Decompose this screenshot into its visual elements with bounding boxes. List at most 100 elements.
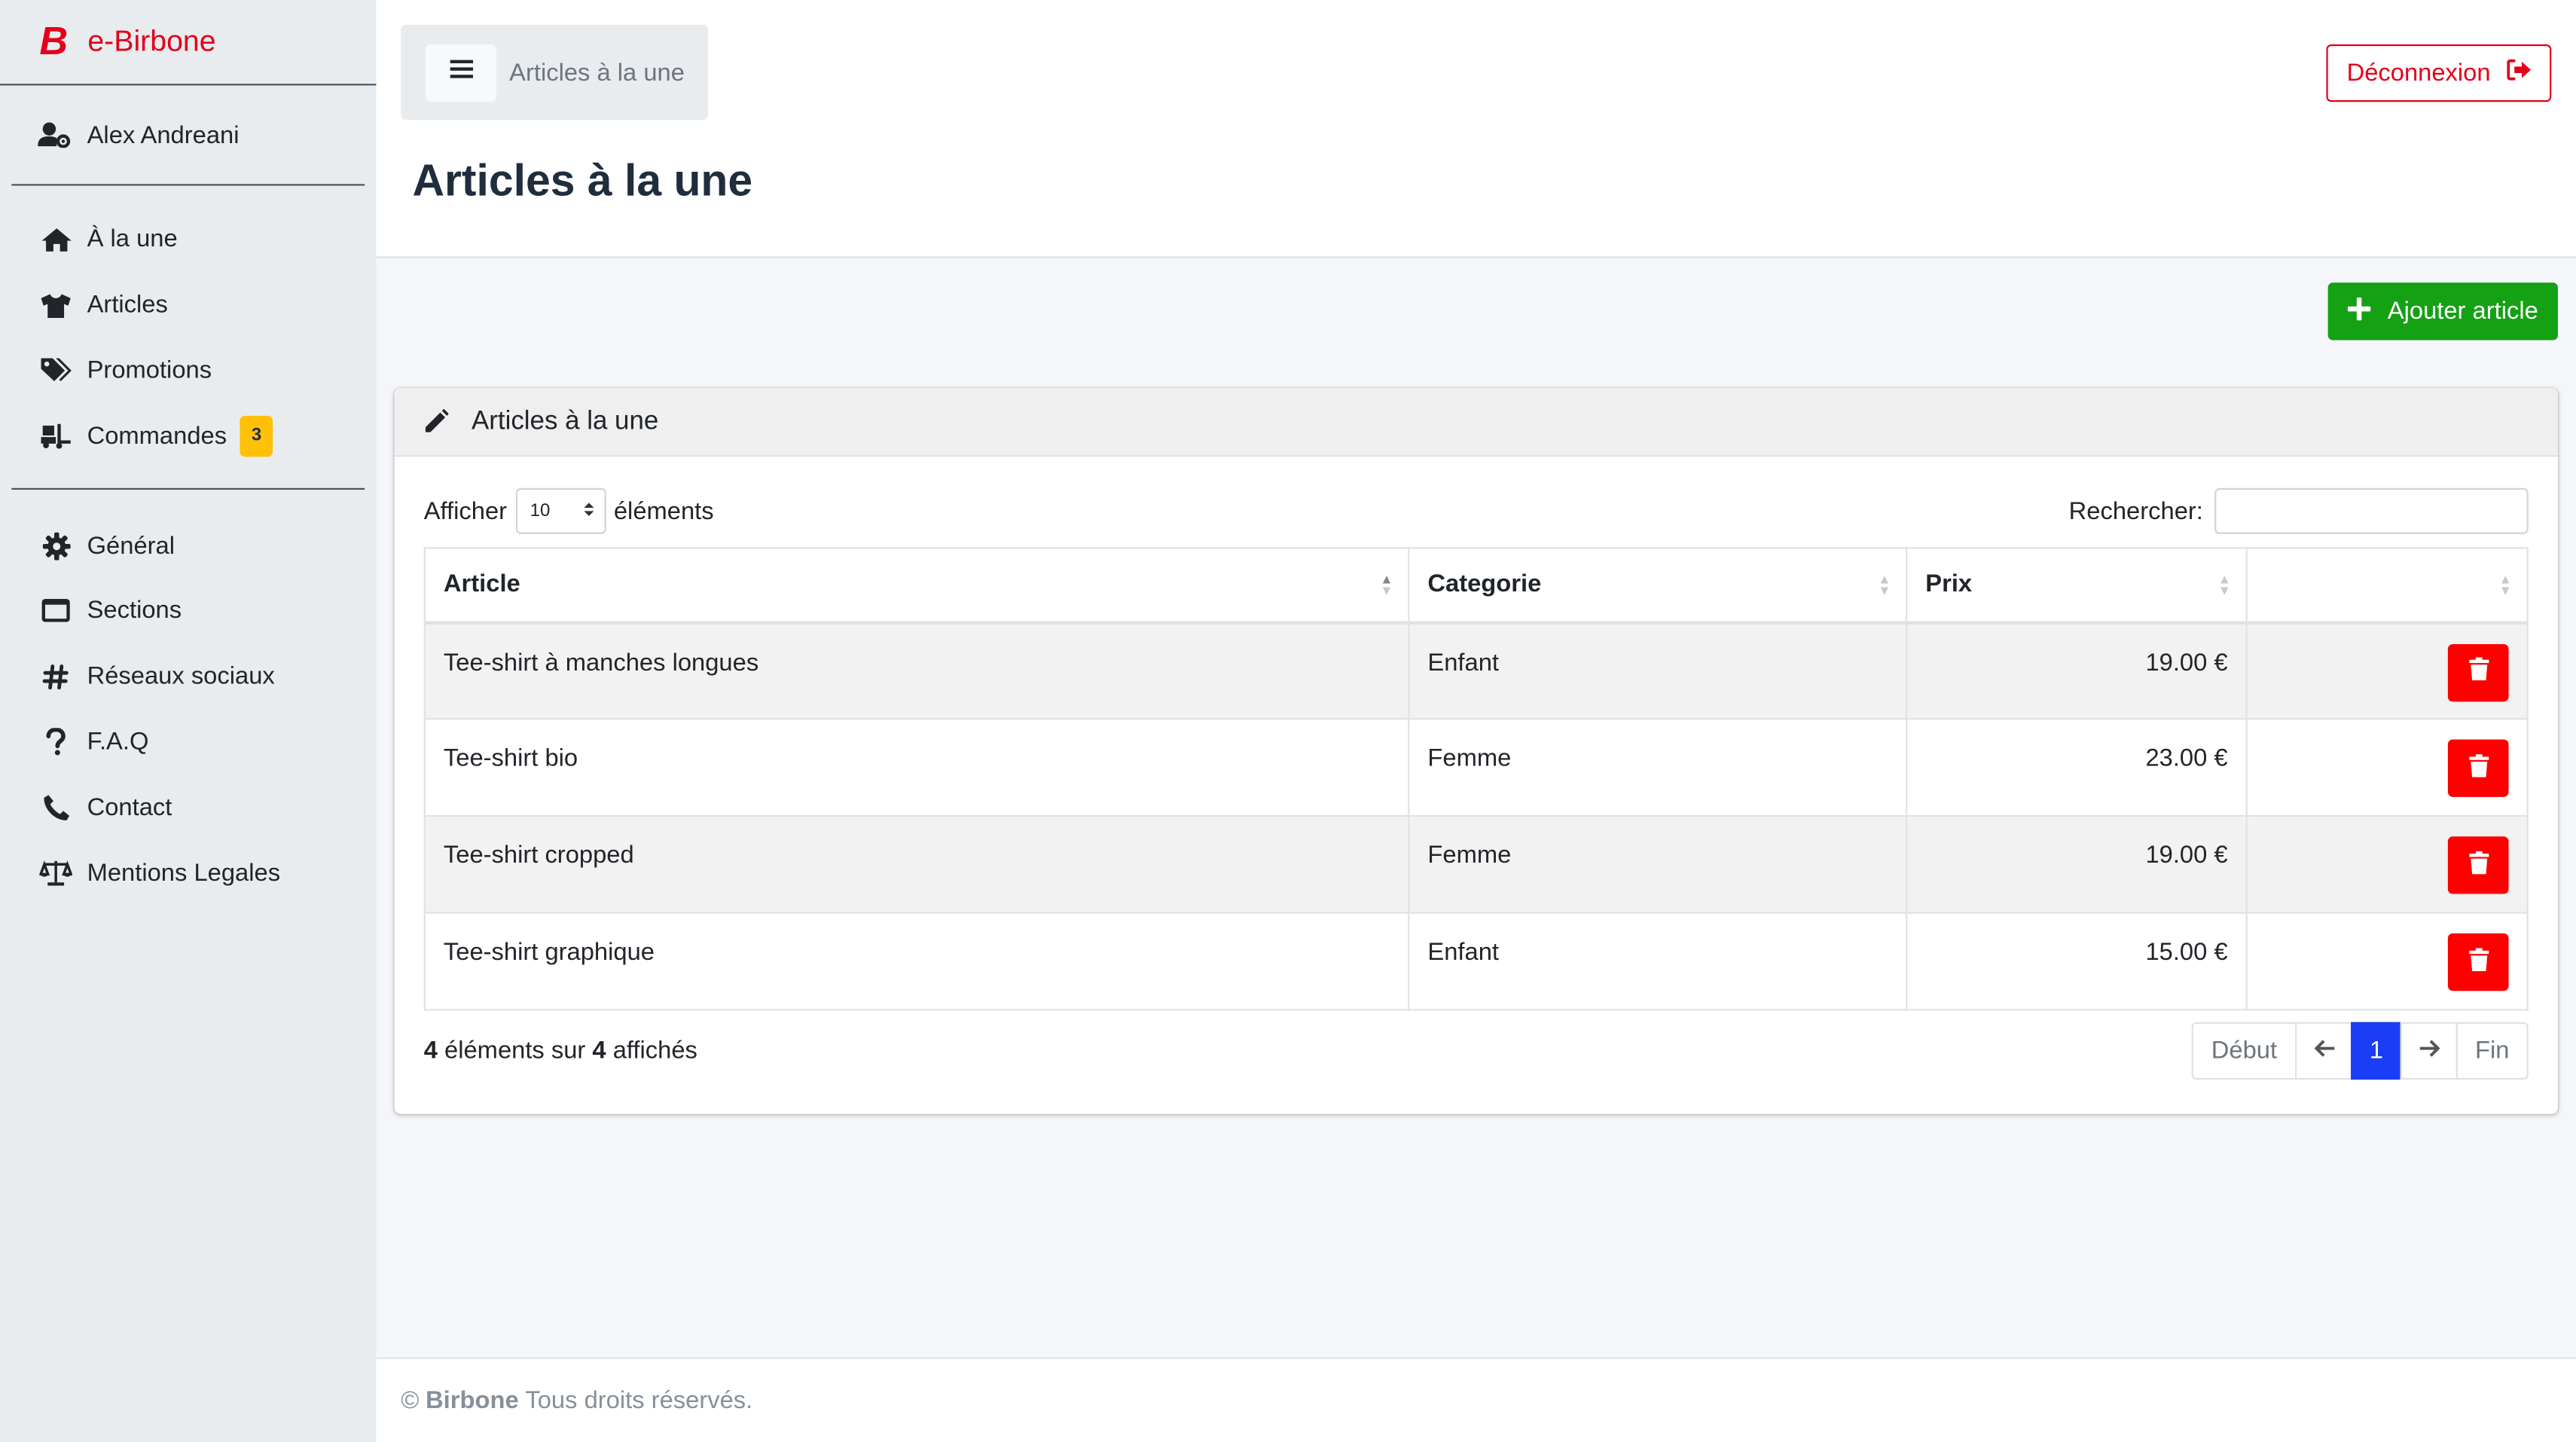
question-icon bbox=[39, 726, 72, 759]
column-header-actions[interactable]: ▲ ▼ bbox=[2245, 547, 2529, 624]
brand-name: e-Birbone bbox=[87, 24, 216, 58]
sidebar-item-faq[interactable]: F.A.Q bbox=[11, 709, 365, 774]
pencil-icon bbox=[424, 409, 449, 434]
cell-article: Tee-shirt bio bbox=[423, 718, 1410, 817]
table-row: Tee-shirt cropped Femme 19.00 € bbox=[423, 814, 2529, 914]
brand[interactable]: B e-Birbone bbox=[0, 0, 377, 86]
table-header-row: Article ▲ ▼ Categorie ▲ ▼ Prix ▲ ▼ ▲ ▼ bbox=[423, 547, 2529, 624]
copyright-symbol: © bbox=[401, 1386, 420, 1415]
column-label: Categorie bbox=[1427, 570, 1542, 599]
table-row: Tee-shirt à manches longues Enfant 19.00… bbox=[423, 621, 2529, 720]
nav-group-settings: Général Sections Réseaux sociaux F.A.Q C… bbox=[11, 490, 365, 925]
sort-icon: ▲ ▼ bbox=[2498, 571, 2512, 598]
cell-article: Tee-shirt à manches longues bbox=[423, 621, 1410, 720]
truck-loading-icon bbox=[39, 420, 72, 453]
plus-icon bbox=[2348, 296, 2387, 326]
orders-count-badge: 3 bbox=[240, 415, 273, 457]
delete-button[interactable] bbox=[2447, 643, 2509, 701]
sort-icon: ▲ ▼ bbox=[1380, 571, 1393, 598]
arrow-right-icon bbox=[2418, 1037, 2441, 1065]
length-prefix: Afficher bbox=[423, 496, 508, 525]
gear-icon bbox=[39, 529, 72, 562]
sidebar-item-promotions[interactable]: Promotions bbox=[11, 338, 365, 403]
cell-prix: 15.00 € bbox=[1906, 912, 2248, 1011]
delete-button[interactable] bbox=[2447, 933, 2509, 991]
pagination-previous[interactable] bbox=[2295, 1022, 2353, 1080]
sidebar-item-articles[interactable]: Articles bbox=[11, 273, 365, 338]
table-controls: Afficher 10 éléments Rechercher: bbox=[423, 487, 2529, 534]
delete-button[interactable] bbox=[2447, 836, 2509, 894]
trash-icon bbox=[2468, 947, 2489, 976]
table-search: Rechercher: bbox=[2068, 487, 2529, 534]
sidebar-item-commandes[interactable]: Commandes 3 bbox=[11, 403, 365, 469]
select-arrows-icon bbox=[582, 500, 594, 521]
column-label: Article bbox=[443, 570, 520, 599]
pagination-page-current[interactable]: 1 bbox=[2351, 1022, 2402, 1080]
sidebar-item-label: Contact bbox=[87, 793, 172, 822]
sidebar-item-a-la-une[interactable]: À la une bbox=[11, 207, 365, 273]
card-title: Articles à la une bbox=[471, 406, 659, 435]
hamburger-icon bbox=[449, 57, 473, 87]
sidebar-item-general[interactable]: Général bbox=[11, 513, 365, 579]
nav-group-content: À la une Articles Promotions Commandes 3 bbox=[11, 185, 365, 490]
info-total: 4 bbox=[592, 1037, 606, 1065]
sign-out-icon bbox=[2491, 59, 2532, 87]
sort-icon: ▲ ▼ bbox=[2217, 571, 2231, 598]
sidebar-item-sections[interactable]: Sections bbox=[11, 579, 365, 644]
sidebar-item-label: Général bbox=[87, 531, 175, 560]
delete-button[interactable] bbox=[2447, 739, 2509, 797]
info-middle: éléments sur bbox=[444, 1037, 586, 1065]
column-header-prix[interactable]: Prix ▲ ▼ bbox=[1906, 547, 2248, 624]
cell-prix: 23.00 € bbox=[1906, 718, 2248, 817]
logout-label: Déconnexion bbox=[2346, 59, 2491, 87]
cell-prix: 19.00 € bbox=[1906, 621, 2248, 720]
pagination-first[interactable]: Début bbox=[2191, 1022, 2297, 1080]
pagination: Début 1 Fin bbox=[2191, 1022, 2529, 1080]
add-article-label: Ajouter article bbox=[2387, 297, 2538, 325]
page-title: Articles à la une bbox=[412, 156, 753, 206]
window-icon bbox=[39, 594, 72, 628]
card-header: Articles à la une bbox=[394, 387, 2559, 457]
pagination-next[interactable] bbox=[2400, 1022, 2458, 1080]
brand-logo: B bbox=[39, 19, 69, 63]
column-header-article[interactable]: Article ▲ ▼ bbox=[423, 547, 1410, 624]
column-label: Prix bbox=[1925, 570, 1973, 599]
arrow-left-icon bbox=[2312, 1037, 2336, 1065]
page-length-control: Afficher 10 éléments bbox=[423, 487, 714, 534]
breadcrumb: Articles à la une bbox=[401, 24, 709, 121]
footer-rights: Tous droits réservés. bbox=[525, 1386, 753, 1415]
hashtag-icon bbox=[39, 660, 72, 693]
pagination-last[interactable]: Fin bbox=[2455, 1022, 2529, 1080]
page-length-select[interactable]: 10 bbox=[514, 487, 606, 534]
search-label: Rechercher: bbox=[2068, 496, 2203, 525]
table-row: Tee-shirt bio Femme 23.00 € bbox=[423, 718, 2529, 817]
menu-toggle-button[interactable] bbox=[425, 43, 496, 102]
sort-icon: ▲ ▼ bbox=[1878, 571, 1891, 598]
trash-icon bbox=[2468, 850, 2489, 880]
search-input[interactable] bbox=[2214, 487, 2529, 534]
user-panel[interactable]: Alex Andreani bbox=[11, 85, 365, 186]
info-shown: 4 bbox=[423, 1037, 438, 1065]
tshirt-icon bbox=[39, 289, 72, 322]
sidebar-item-reseaux[interactable]: Réseaux sociaux bbox=[11, 644, 365, 710]
sidebar-item-mentions[interactable]: Mentions Legales bbox=[11, 840, 365, 906]
main-content: Articles à la une Déconnexion Articles à… bbox=[376, 0, 2576, 1442]
cell-actions bbox=[2245, 814, 2529, 914]
user-name: Alex Andreani bbox=[87, 121, 240, 149]
column-header-categorie[interactable]: Categorie ▲ ▼ bbox=[1408, 547, 1908, 624]
sidebar-item-contact[interactable]: Contact bbox=[11, 774, 365, 840]
sidebar-item-label: Réseaux sociaux bbox=[87, 662, 275, 691]
logout-button[interactable]: Déconnexion bbox=[2327, 44, 2552, 102]
info-suffix: affichés bbox=[612, 1037, 697, 1065]
cell-categorie: Femme bbox=[1408, 718, 1908, 817]
cell-categorie: Femme bbox=[1408, 814, 1908, 914]
length-suffix: éléments bbox=[613, 496, 714, 525]
add-article-button[interactable]: Ajouter article bbox=[2328, 283, 2559, 341]
sidebar-item-label: À la une bbox=[87, 225, 178, 254]
featured-articles-card: Articles à la une Afficher 10 éléments R… bbox=[394, 387, 2559, 1114]
sidebar-item-label: Sections bbox=[87, 597, 182, 625]
trash-icon bbox=[2468, 753, 2489, 783]
cell-actions bbox=[2245, 621, 2529, 720]
sidebar-nav: À la une Articles Promotions Commandes 3 bbox=[0, 185, 376, 924]
sidebar-item-label: Promotions bbox=[87, 356, 212, 385]
